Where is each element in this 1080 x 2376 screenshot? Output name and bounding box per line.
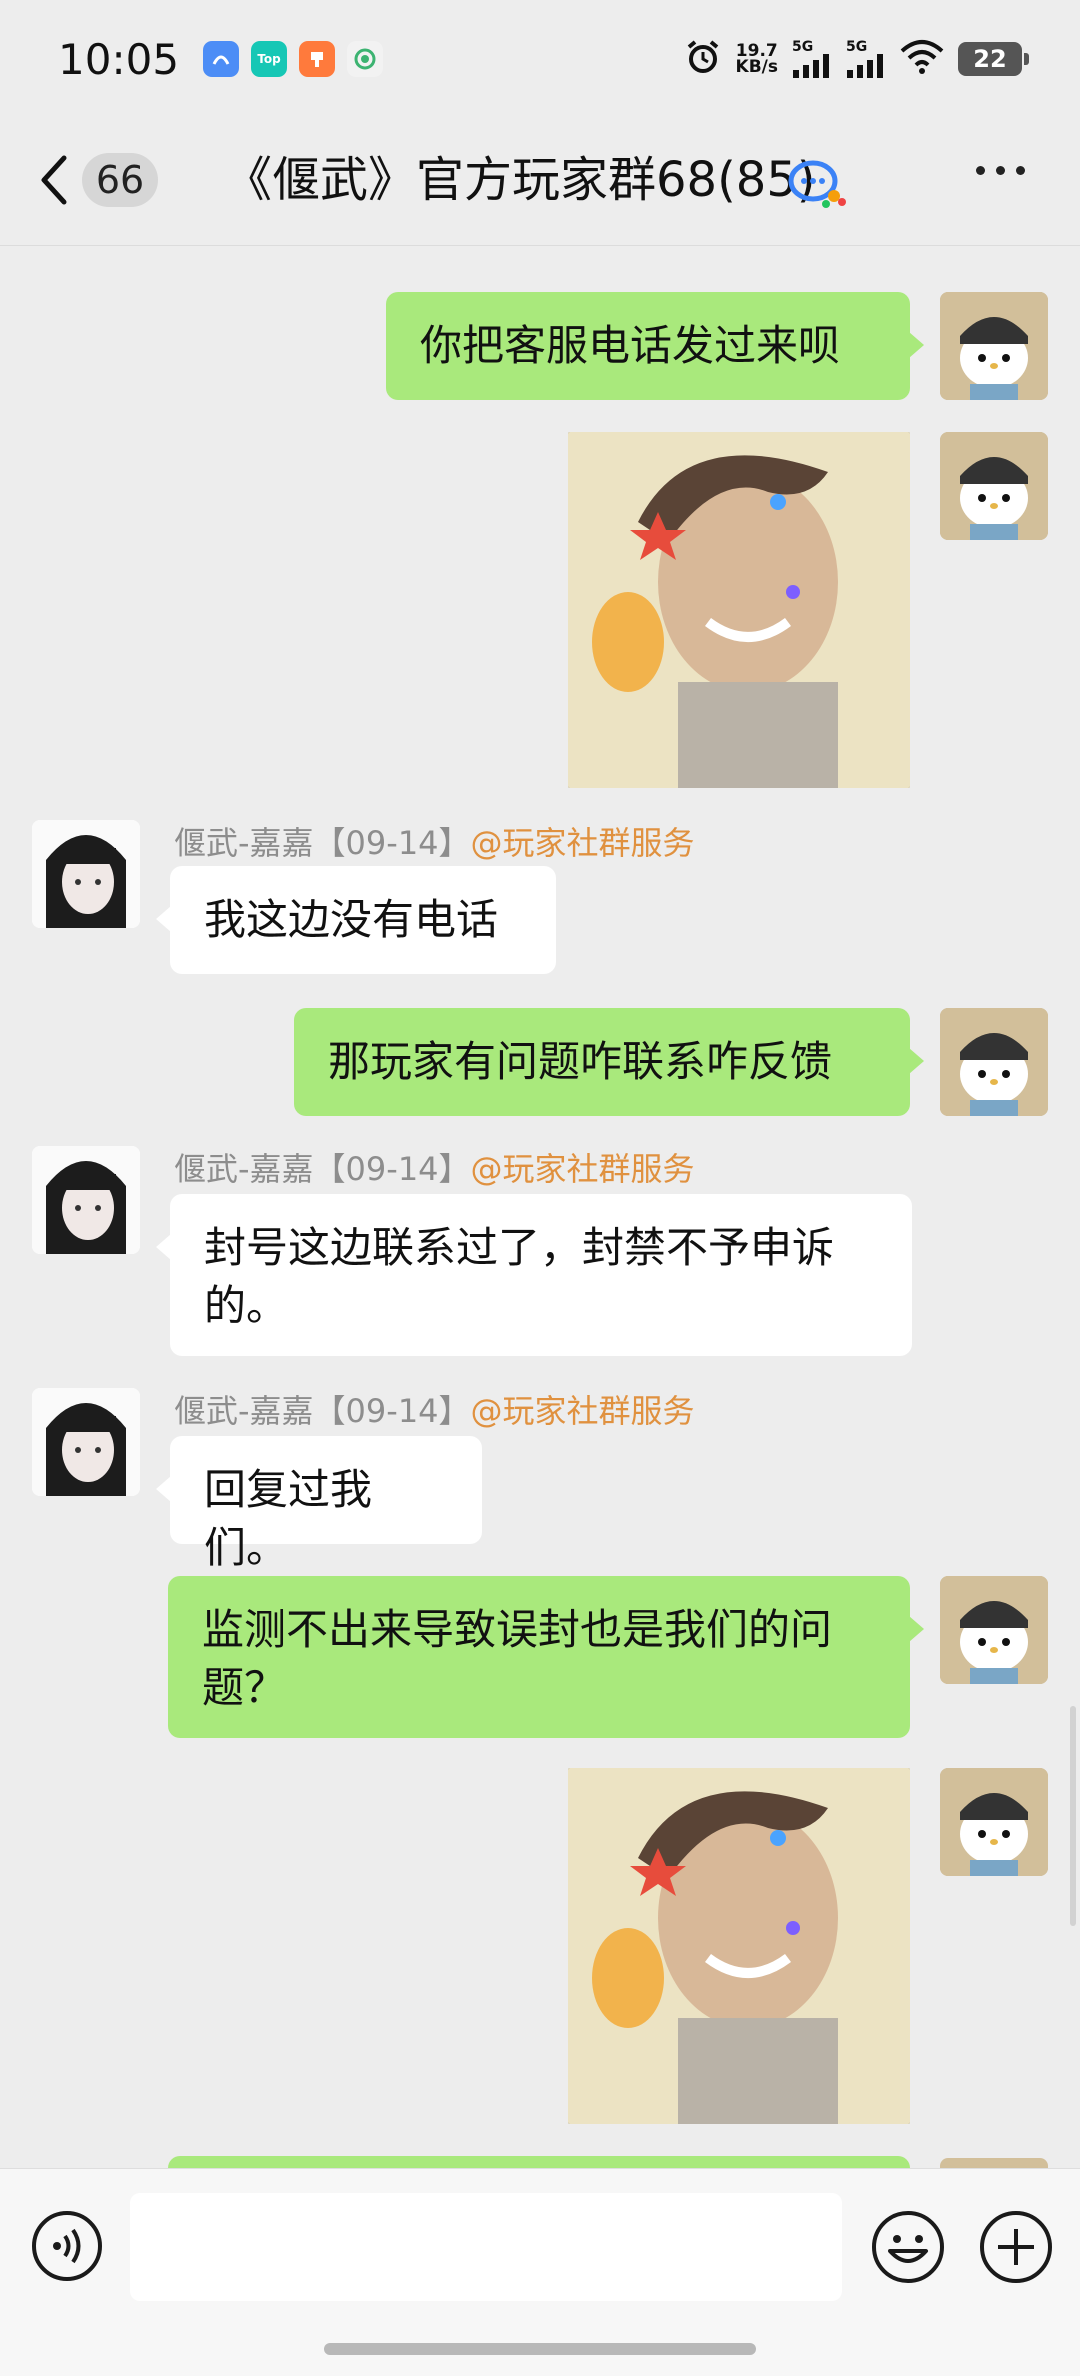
sender-label: 偃武-嘉嘉【09-14】 [174, 1392, 471, 1430]
signal-icon [793, 54, 829, 78]
avatar-other[interactable] [32, 1146, 140, 1254]
cat-avatar-icon [940, 1768, 1048, 1876]
sender-label: 偃武-嘉嘉【09-14】 [174, 824, 471, 862]
plus-icon [980, 2211, 1052, 2283]
orange-app-icon [299, 41, 336, 77]
network-speed: 19.7 KB/s [735, 43, 778, 77]
voice-icon [32, 2211, 102, 2281]
top-app-label: Top [257, 52, 281, 66]
avatar-self[interactable] [940, 292, 1048, 400]
avatar-self[interactable] [940, 1768, 1048, 1876]
scrollbar[interactable] [1070, 1706, 1076, 1926]
message-bubble-self[interactable]: 你把客服电话发过来呗 [386, 292, 924, 400]
selfie-sticker-image[interactable] [568, 1768, 910, 2124]
cat-avatar-icon [940, 1008, 1048, 1116]
sender-name: 偃武-嘉嘉【09-14】@玩家社群服务 [174, 1144, 695, 1190]
anime-girl-avatar-icon [32, 820, 140, 928]
selfie-sticker-image[interactable] [568, 432, 910, 788]
sim2-signal: 5G [846, 40, 886, 78]
avatar-self[interactable] [940, 1008, 1048, 1116]
avatar-other[interactable] [32, 820, 140, 928]
blue-app-icon [203, 41, 240, 77]
dot-icon [1016, 166, 1025, 175]
message-text: 我这边没有电话 [204, 895, 499, 944]
chat-header: 66 《偃武》官方玩家群68(85) [0, 118, 1080, 246]
avatar-self[interactable] [940, 1576, 1048, 1684]
battery-indicator: 22 [958, 42, 1029, 76]
wifi-icon [900, 39, 944, 79]
message-bubble-other[interactable]: 我这边没有电话 [156, 866, 556, 974]
mention-tag[interactable]: @玩家社群服务 [471, 824, 695, 862]
status-right: 19.7 KB/s 5G 5G 22 [684, 38, 1029, 80]
home-indicator[interactable] [324, 2343, 756, 2355]
message-bubble-self[interactable]: 那玩家有问题咋联系咋反馈 [294, 1008, 924, 1116]
partial-message-bubble [168, 2156, 910, 2168]
more-options-button[interactable] [976, 166, 1025, 175]
sim1-label: 5G [792, 39, 814, 55]
emoji-icon [872, 2211, 944, 2283]
anime-girl-avatar-icon [32, 1146, 140, 1254]
message-text: 那玩家有问题咋联系咋反馈 [328, 1037, 833, 1086]
signal-icon [847, 54, 883, 78]
dot-icon [976, 166, 985, 175]
back-button[interactable]: 66 [38, 148, 168, 212]
more-actions-button[interactable] [978, 2209, 1054, 2289]
chevron-left-icon [41, 155, 67, 205]
top-app-icon: Top [251, 41, 288, 77]
cat-avatar-icon [940, 1576, 1048, 1684]
green-app-icon [347, 41, 384, 77]
mention-tag[interactable]: @玩家社群服务 [471, 1392, 695, 1430]
dot-icon [996, 166, 1005, 175]
sim2-label: 5G [846, 39, 868, 55]
sender-name: 偃武-嘉嘉【09-14】@玩家社群服务 [174, 818, 695, 864]
message-bubble-other[interactable]: 封号这边联系过了，封禁不予申诉的。 [156, 1194, 912, 1356]
group-chat-icon[interactable] [786, 158, 848, 214]
message-text: 封号这边联系过了，封禁不予申诉的。 [204, 1223, 835, 1330]
message-bubble-other[interactable]: 回复过我们。 [156, 1436, 482, 1572]
message-input[interactable] [130, 2193, 842, 2301]
voice-input-button[interactable] [30, 2209, 104, 2287]
avatar-self[interactable] [940, 432, 1048, 540]
mention-tag[interactable]: @玩家社群服务 [471, 1150, 695, 1188]
partial-avatar [940, 2158, 1048, 2168]
avatar-other[interactable] [32, 1388, 140, 1496]
message-text: 监测不出来导致误封也是我们的问题？ [202, 1605, 833, 1712]
unread-count-badge: 66 [82, 153, 158, 207]
sim1-signal: 5G [792, 40, 832, 78]
message-bubble-self[interactable]: 监测不出来导致误封也是我们的问题？ [168, 1576, 924, 1738]
emoji-button[interactable] [870, 2209, 946, 2289]
anime-girl-avatar-icon [32, 1388, 140, 1496]
cat-avatar-icon [940, 432, 1048, 540]
net-speed-unit: KB/s [735, 57, 778, 77]
status-time: 10:05 [58, 34, 180, 84]
chat-message-list[interactable]: 你把客服电话发过来呗 偃武-嘉嘉【09-14】@玩家社群服务 我这边没有电话 那… [0, 246, 1080, 2168]
cat-avatar-icon [940, 292, 1048, 400]
status-bar: 10:05 Top 19.7 KB/s 5G 5G 22 [0, 0, 1080, 118]
sender-label: 偃武-嘉嘉【09-14】 [174, 1150, 471, 1188]
status-app-icons: Top [203, 41, 384, 77]
chat-title: 《偃武》官方玩家群68(85) [224, 152, 816, 208]
message-text: 回复过我们。 [204, 1465, 373, 1572]
sender-name: 偃武-嘉嘉【09-14】@玩家社群服务 [174, 1386, 695, 1432]
message-text: 你把客服电话发过来呗 [420, 321, 841, 370]
alarm-icon [684, 38, 722, 80]
battery-level: 22 [973, 45, 1007, 73]
